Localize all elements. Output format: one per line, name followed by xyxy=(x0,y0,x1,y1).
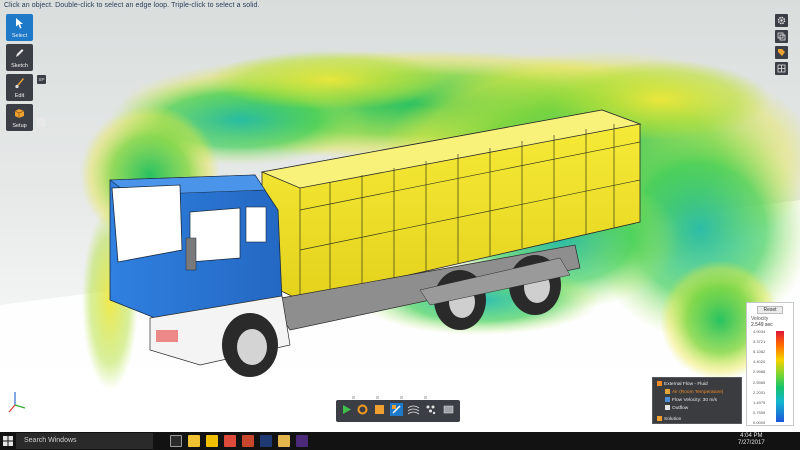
edit-tool-button[interactable]: Edit xyxy=(6,74,33,101)
tree-root[interactable]: External Flow - Fluid xyxy=(657,381,708,387)
refresh-icon xyxy=(357,404,368,415)
streamline-button[interactable] xyxy=(407,403,420,416)
velocity-legend: Reset Velocity 2.549 sec 4.9034 3.3721 5.1… xyxy=(746,302,794,426)
taskbar-time: 4:04 PM xyxy=(740,433,763,439)
app-window: Click an object. Double-click to select … xyxy=(0,0,800,432)
tree-solution-label: Solution xyxy=(664,417,682,422)
pencil-icon xyxy=(16,49,24,57)
file-explorer-icon[interactable] xyxy=(188,435,200,447)
material-icon xyxy=(665,389,670,394)
tree-root-label: External Flow - Fluid xyxy=(664,382,708,387)
photoshop-icon[interactable] xyxy=(260,435,272,447)
plane-icon xyxy=(443,405,454,414)
probe-icon xyxy=(392,405,401,414)
particles-button[interactable] xyxy=(424,403,437,416)
play-icon xyxy=(343,405,351,414)
status-hint: Click an object. Double-click to select … xyxy=(4,2,260,9)
legend-color-bar xyxy=(776,331,784,422)
gear-icon xyxy=(777,16,786,25)
scenario-tree-panel: External Flow - Fluid Air (Room Temperat… xyxy=(652,377,742,424)
outflow-icon xyxy=(665,405,670,410)
tree-item-flow-velocity-label: Flow Velocity: 30 m/s xyxy=(672,398,718,403)
legend-tick: 1.4975 xyxy=(753,399,766,405)
setup-tool-button[interactable]: Setup xyxy=(6,104,33,131)
layers-icon xyxy=(777,32,786,41)
simulation-toolbar xyxy=(336,396,460,422)
sp-badge[interactable]: SP xyxy=(37,75,46,84)
folder-icon xyxy=(657,381,662,386)
tree-item-flow-velocity[interactable]: Flow Velocity: 30 m/s xyxy=(665,397,717,403)
legend-tick: 2.9988 xyxy=(753,369,766,375)
tree-item-outflow-label: Outflow xyxy=(672,406,689,411)
play-button[interactable] xyxy=(340,403,353,416)
tree-solution[interactable]: Solution xyxy=(657,416,681,422)
edit-tool-label: Edit xyxy=(14,93,25,99)
refresh-button[interactable] xyxy=(356,403,369,416)
legend-tick: 5.1082 xyxy=(753,349,766,355)
probe-button[interactable] xyxy=(390,403,403,416)
particles-icon xyxy=(426,405,436,415)
streamline-icon xyxy=(407,405,420,415)
simulation-viewport[interactable] xyxy=(0,0,800,432)
taskbar-clock[interactable]: 4:04 PM 7/27/2017 xyxy=(738,433,765,447)
cube-icon xyxy=(375,405,384,414)
setup-tool-label: Setup xyxy=(12,123,27,129)
cube-button[interactable] xyxy=(373,403,386,416)
sketch-tool-button[interactable]: Sketch xyxy=(6,44,33,71)
velocity-icon xyxy=(665,397,670,402)
gear-button[interactable] xyxy=(775,14,788,27)
task-view-icon[interactable] xyxy=(170,435,182,447)
legend-tick: 4.9034 xyxy=(753,329,766,334)
windows-taskbar: Search Windows 4:04 PM 7/27/2017 xyxy=(0,432,800,450)
tag-icon xyxy=(778,49,785,56)
taskbar-search[interactable]: Search Windows xyxy=(16,433,153,449)
setup-options-icon[interactable] xyxy=(37,118,46,127)
chrome-icon[interactable] xyxy=(224,435,236,447)
cab-side-window xyxy=(189,207,241,263)
sketch-tool-label: Sketch xyxy=(11,63,28,69)
tag-button[interactable] xyxy=(775,46,788,59)
solution-icon xyxy=(657,416,662,421)
legend-tick: 0.0000 xyxy=(753,420,766,425)
legend-tick: 0.7559 xyxy=(753,409,766,415)
cursor-icon xyxy=(16,18,23,29)
layers-button[interactable] xyxy=(775,30,788,43)
plane-button[interactable] xyxy=(442,403,455,416)
after-effects-icon[interactable] xyxy=(296,435,308,447)
legend-tick: 2.2031 xyxy=(753,389,766,395)
select-tool-button[interactable]: Select xyxy=(6,14,33,41)
tree-item-air-label: Air (Room Temperature) xyxy=(672,390,724,395)
legend-tick: 2.5965 xyxy=(753,379,766,385)
windows-start-icon[interactable] xyxy=(3,436,13,446)
brush-icon xyxy=(15,78,24,89)
powerpoint-icon[interactable] xyxy=(242,435,254,447)
legend-tick: 3.3721 xyxy=(753,339,766,345)
grid-button[interactable] xyxy=(775,62,788,75)
grid-icon xyxy=(777,64,786,73)
legend-reset-button[interactable]: Reset xyxy=(757,306,783,314)
taskbar-date: 7/27/2017 xyxy=(738,440,765,446)
tree-item-outflow[interactable]: Outflow xyxy=(665,405,688,411)
tree-item-air[interactable]: Air (Room Temperature) xyxy=(665,389,723,395)
setup-icon xyxy=(14,109,25,118)
select-tool-label: Select xyxy=(11,33,28,39)
legend-tick: 4.4020 xyxy=(753,359,766,365)
folder-icon[interactable] xyxy=(278,435,290,447)
ansys-icon[interactable] xyxy=(206,435,218,447)
cab-windshield xyxy=(111,184,183,263)
legend-max-value: 2.549 sec xyxy=(751,322,773,328)
